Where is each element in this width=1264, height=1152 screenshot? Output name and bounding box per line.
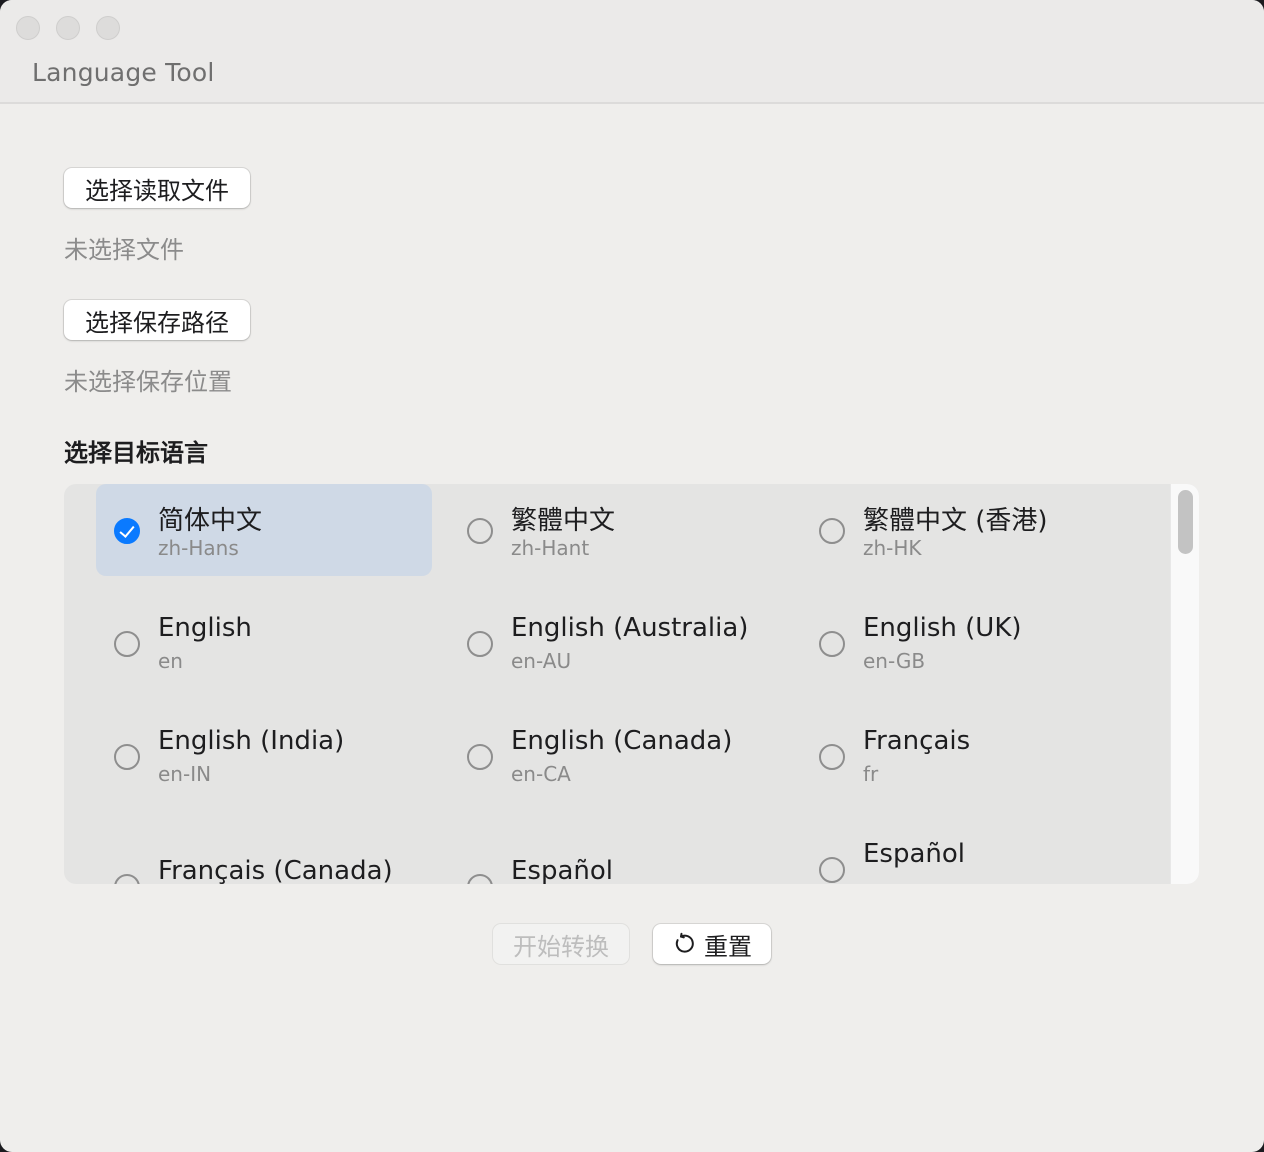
radio-icon[interactable] xyxy=(114,744,140,770)
language-option[interactable]: English (Australia) en-AU xyxy=(449,597,785,689)
target-language-label: 选择目标语言 xyxy=(64,439,208,467)
language-code: en-AU xyxy=(511,649,572,673)
language-name: English (Canada) xyxy=(511,726,733,756)
save-path-status: 未选择保存位置 xyxy=(64,368,232,396)
radio-icon[interactable] xyxy=(819,744,845,770)
language-name: Español xyxy=(863,839,966,869)
minimize-window-button[interactable] xyxy=(56,16,80,40)
radio-icon[interactable] xyxy=(114,874,140,884)
language-name: English (India) xyxy=(158,726,345,756)
language-name: 简体中文 xyxy=(158,506,263,536)
language-name: Français xyxy=(863,726,971,756)
choose-read-file-button[interactable]: 选择读取文件 xyxy=(64,168,250,208)
radio-icon[interactable] xyxy=(467,744,493,770)
language-name: English (UK) xyxy=(863,613,1022,643)
reset-icon xyxy=(675,932,694,953)
language-option[interactable]: Français fr xyxy=(801,710,1137,802)
language-list[interactable]: 简体中文 zh-Hans 繁體中文 zh-Hant 繁體中文 (香港) zh-H… xyxy=(64,484,1199,884)
radio-icon[interactable] xyxy=(819,518,845,544)
language-name: Español xyxy=(511,856,614,884)
language-code: zh-Hans xyxy=(158,536,239,560)
language-name: Français (Canada) xyxy=(158,856,393,884)
language-option[interactable]: English en xyxy=(96,597,432,689)
language-option[interactable]: Español xyxy=(801,823,1137,884)
app-window: Language Tool 选择读取文件 未选择文件 选择保存路径 未选择保存位… xyxy=(0,0,1264,1152)
language-name: 繁體中文 (香港) xyxy=(863,506,1048,536)
language-name: 繁體中文 xyxy=(511,506,616,536)
language-code: zh-Hant xyxy=(511,536,590,560)
radio-icon[interactable] xyxy=(467,874,493,884)
radio-icon[interactable] xyxy=(819,631,845,657)
read-file-status: 未选择文件 xyxy=(64,236,184,264)
language-option[interactable]: 繁體中文 (香港) zh-HK xyxy=(801,484,1137,576)
list-scroll-thumb[interactable] xyxy=(1178,490,1193,554)
list-scrollbar[interactable] xyxy=(1170,484,1199,884)
language-code: zh-HK xyxy=(863,536,922,560)
radio-icon[interactable] xyxy=(819,857,845,883)
language-name: English (Australia) xyxy=(511,613,749,643)
reset-label: 重置 xyxy=(704,932,752,961)
language-option[interactable]: English (UK) en-GB xyxy=(801,597,1137,689)
reset-button[interactable]: 重置 xyxy=(653,924,771,964)
language-option[interactable]: Français (Canada) xyxy=(96,840,432,884)
choose-save-path-button[interactable]: 选择保存路径 xyxy=(64,300,250,340)
zoom-window-button[interactable] xyxy=(96,16,120,40)
language-code: en xyxy=(158,649,183,673)
language-code: en-CA xyxy=(511,762,571,786)
language-code: fr xyxy=(863,762,879,786)
start-convert-button[interactable]: 开始转换 xyxy=(493,924,629,964)
language-name: English xyxy=(158,613,252,643)
title-bar: Language Tool xyxy=(0,0,1264,104)
radio-icon[interactable] xyxy=(114,631,140,657)
radio-checked-icon[interactable] xyxy=(114,518,140,544)
language-option[interactable]: 繁體中文 zh-Hant xyxy=(449,484,785,576)
language-option[interactable]: English (India) en-IN xyxy=(96,710,432,802)
language-option[interactable]: Español xyxy=(449,840,785,884)
radio-icon[interactable] xyxy=(467,518,493,544)
window-title: Language Tool xyxy=(32,58,215,87)
language-code: en-IN xyxy=(158,762,212,786)
close-window-button[interactable] xyxy=(16,16,40,40)
language-option[interactable]: English (Canada) en-CA xyxy=(449,710,785,802)
radio-icon[interactable] xyxy=(467,631,493,657)
language-code: en-GB xyxy=(863,649,926,673)
language-option[interactable]: 简体中文 zh-Hans xyxy=(96,484,432,576)
